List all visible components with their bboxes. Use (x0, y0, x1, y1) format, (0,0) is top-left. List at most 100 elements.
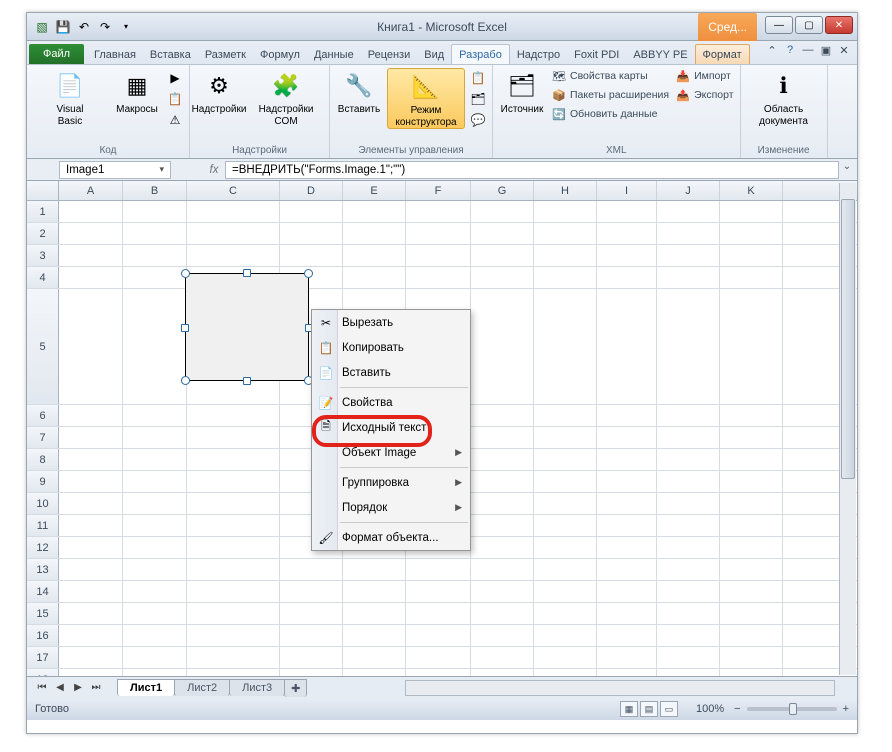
cell-G7[interactable] (471, 427, 534, 448)
cell-B10[interactable] (123, 493, 187, 514)
cell-G8[interactable] (471, 449, 534, 470)
cell-H7[interactable] (534, 427, 597, 448)
row-header-13[interactable]: 13 (27, 559, 59, 580)
cell-C2[interactable] (187, 223, 280, 244)
cell-C16[interactable] (187, 625, 280, 646)
workbook-close-icon[interactable]: ✕ (837, 44, 851, 57)
addins-button[interactable]: ⚙Надстройки (194, 68, 244, 116)
cell-I1[interactable] (597, 201, 657, 222)
tab-format[interactable]: Формат (695, 44, 750, 64)
ctx-properties[interactable]: 📝Свойства (312, 390, 470, 415)
cell-E18[interactable] (343, 669, 406, 676)
ctx-image-object[interactable]: Объект Image▶ (312, 440, 470, 465)
mini-button[interactable]: 📋 (468, 68, 488, 88)
refresh-data[interactable]: 🔄Обновить данные (550, 106, 671, 122)
row-header-16[interactable]: 16 (27, 625, 59, 646)
mini-button[interactable]: 📋 (165, 89, 185, 109)
cell-A6[interactable] (59, 405, 123, 426)
row-header-15[interactable]: 15 (27, 603, 59, 624)
cell-H11[interactable] (534, 515, 597, 536)
name-box-dropdown-icon[interactable]: ▾ (159, 164, 164, 175)
cell-F1[interactable] (406, 201, 471, 222)
cell-D1[interactable] (280, 201, 343, 222)
cell-D17[interactable] (280, 647, 343, 668)
com-addins-button[interactable]: 🧩Надстройки COM (247, 68, 325, 127)
cell-H1[interactable] (534, 201, 597, 222)
tab-home[interactable]: Главная (87, 45, 143, 64)
expansion-packs[interactable]: 📦Пакеты расширения (550, 87, 671, 103)
tab-data[interactable]: Данные (307, 45, 361, 64)
cell-A7[interactable] (59, 427, 123, 448)
ribbon-minimize-icon[interactable]: ⌃ (765, 44, 779, 57)
cell-C13[interactable] (187, 559, 280, 580)
column-header-B[interactable]: B (123, 181, 187, 200)
cell-H5[interactable] (534, 289, 597, 404)
cell-G6[interactable] (471, 405, 534, 426)
cell-D2[interactable] (280, 223, 343, 244)
workbook-minimize-icon[interactable]: — (801, 44, 815, 57)
cell-K11[interactable] (720, 515, 783, 536)
row-header-10[interactable]: 10 (27, 493, 59, 514)
cell-I15[interactable] (597, 603, 657, 624)
column-header-D[interactable]: D (280, 181, 343, 200)
cell-G10[interactable] (471, 493, 534, 514)
cell-I3[interactable] (597, 245, 657, 266)
cell-B11[interactable] (123, 515, 187, 536)
cell-F13[interactable] (406, 559, 471, 580)
cell-C12[interactable] (187, 537, 280, 558)
cell-D16[interactable] (280, 625, 343, 646)
cell-G15[interactable] (471, 603, 534, 624)
cell-J6[interactable] (657, 405, 720, 426)
row-header-8[interactable]: 8 (27, 449, 59, 470)
tab-view[interactable]: Вид (417, 45, 451, 64)
cell-F17[interactable] (406, 647, 471, 668)
cell-H3[interactable] (534, 245, 597, 266)
cell-I9[interactable] (597, 471, 657, 492)
close-button[interactable]: ✕ (825, 16, 853, 34)
sheet-nav-prev[interactable]: ◀ (51, 682, 69, 693)
cell-B8[interactable] (123, 449, 187, 470)
tab-review[interactable]: Рецензи (361, 45, 418, 64)
save-icon[interactable]: 💾 (54, 18, 72, 36)
cell-H4[interactable] (534, 267, 597, 288)
cell-K16[interactable] (720, 625, 783, 646)
cell-A18[interactable] (59, 669, 123, 676)
cell-G11[interactable] (471, 515, 534, 536)
cell-G17[interactable] (471, 647, 534, 668)
tab-foxit[interactable]: Foxit PDI (567, 45, 626, 64)
cell-C1[interactable] (187, 201, 280, 222)
cell-K3[interactable] (720, 245, 783, 266)
cell-H15[interactable] (534, 603, 597, 624)
cell-A12[interactable] (59, 537, 123, 558)
row-header-11[interactable]: 11 (27, 515, 59, 536)
row-header-17[interactable]: 17 (27, 647, 59, 668)
cell-G9[interactable] (471, 471, 534, 492)
sheet-nav-first[interactable]: ⏮ (33, 682, 51, 693)
cell-K6[interactable] (720, 405, 783, 426)
cell-J15[interactable] (657, 603, 720, 624)
macros-button[interactable]: ▦Макросы (112, 68, 162, 116)
cell-J14[interactable] (657, 581, 720, 602)
cell-A5[interactable] (59, 289, 123, 404)
cell-G13[interactable] (471, 559, 534, 580)
cell-J18[interactable] (657, 669, 720, 676)
cell-G14[interactable] (471, 581, 534, 602)
new-sheet-button[interactable]: ✚ (284, 679, 307, 697)
zoom-slider[interactable] (747, 707, 837, 711)
cell-B15[interactable] (123, 603, 187, 624)
cell-I11[interactable] (597, 515, 657, 536)
sheet-nav-last[interactable]: ⏭ (87, 682, 105, 693)
resize-handle-s[interactable] (243, 377, 251, 385)
cell-G1[interactable] (471, 201, 534, 222)
sheet-nav-next[interactable]: ▶ (69, 682, 87, 693)
cell-J2[interactable] (657, 223, 720, 244)
cell-E1[interactable] (343, 201, 406, 222)
insert-control-button[interactable]: 🔧Вставить (334, 68, 384, 116)
cell-I16[interactable] (597, 625, 657, 646)
cell-J16[interactable] (657, 625, 720, 646)
cell-E13[interactable] (343, 559, 406, 580)
ctx-copy[interactable]: 📋Копировать (312, 335, 470, 360)
cell-F14[interactable] (406, 581, 471, 602)
row-header-5[interactable]: 5 (27, 289, 59, 404)
source-button[interactable]: 🗂Источник (497, 68, 547, 116)
